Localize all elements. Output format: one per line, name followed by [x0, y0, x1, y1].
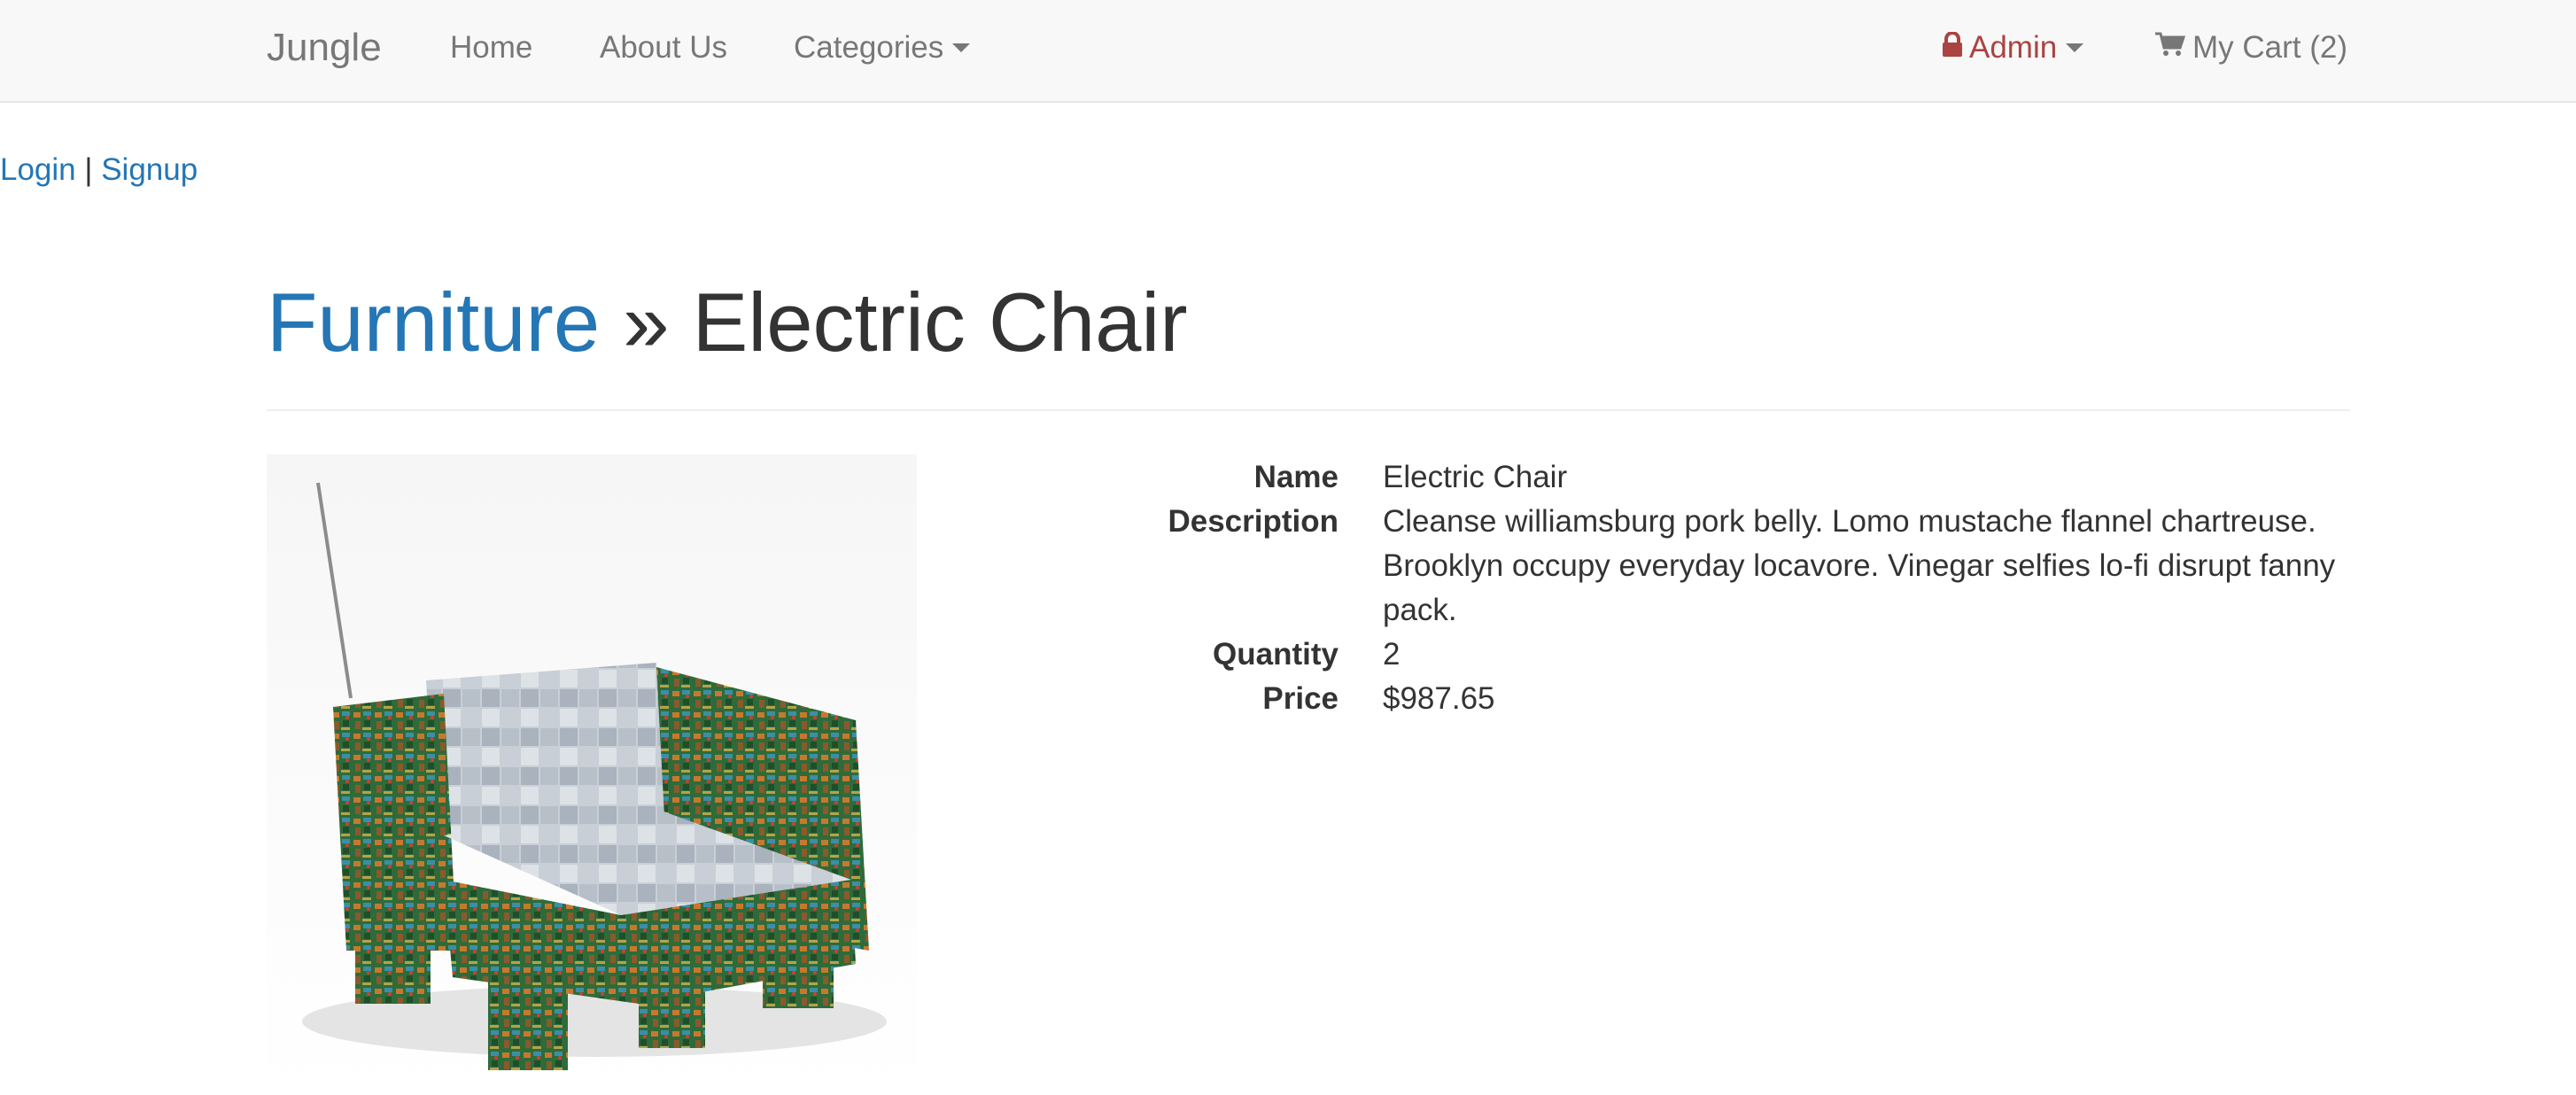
category-breadcrumb-link[interactable]: Furniture: [267, 276, 600, 369]
lock-icon: [1943, 27, 1962, 66]
detail-row-quantity: Quantity 2: [1028, 633, 2356, 677]
auth-links: Login | Signup: [0, 151, 198, 190]
detail-term: Name: [1253, 460, 1338, 494]
nav-home-link[interactable]: Home: [450, 28, 532, 67]
caret-down-icon: [2066, 43, 2084, 52]
nav-cart-link[interactable]: My Cart (2): [2155, 28, 2347, 67]
login-link[interactable]: Login: [0, 152, 76, 187]
detail-value: Cleanse williamsburg pork belly. Lomo mu…: [1383, 504, 2336, 627]
detail-row-description: Description Cleanse williamsburg pork be…: [1028, 500, 2356, 633]
auth-separator: |: [84, 152, 93, 187]
product-details: Name Electric Chair Description Cleanse …: [1028, 455, 2356, 721]
detail-term: Price: [1262, 681, 1338, 716]
page-header: Furniture » Electric Chair: [267, 269, 2350, 411]
product-image: [267, 454, 917, 1095]
product-title: Electric Chair: [692, 276, 1188, 369]
nav-admin-label: Admin: [1969, 30, 2058, 65]
nav-admin-dropdown[interactable]: Admin: [1943, 27, 2084, 67]
signup-link[interactable]: Signup: [101, 152, 198, 187]
nav-categories-label: Categories: [794, 30, 944, 65]
detail-term: Quantity: [1213, 637, 1338, 672]
detail-value: Electric Chair: [1383, 460, 1568, 494]
detail-row-name: Name Electric Chair: [1028, 455, 2356, 500]
nav-categories-dropdown[interactable]: Categories: [794, 28, 971, 67]
nav-about-link[interactable]: About Us: [600, 28, 727, 67]
detail-value: $987.65: [1383, 681, 1495, 716]
brand-link[interactable]: Jungle: [267, 25, 382, 71]
detail-value: 2: [1383, 637, 1401, 672]
breadcrumb-separator: »: [623, 276, 670, 369]
detail-row-price: Price $987.65: [1028, 677, 2356, 721]
shopping-cart-icon: [2155, 27, 2186, 66]
detail-term: Description: [1168, 504, 1338, 539]
caret-down-icon: [952, 43, 971, 52]
page-title: Furniture » Electric Chair: [267, 269, 2350, 376]
nav-cart-label: My Cart (2): [2192, 30, 2347, 65]
top-navbar: Jungle Home About Us Categories Admin My…: [0, 0, 2576, 103]
